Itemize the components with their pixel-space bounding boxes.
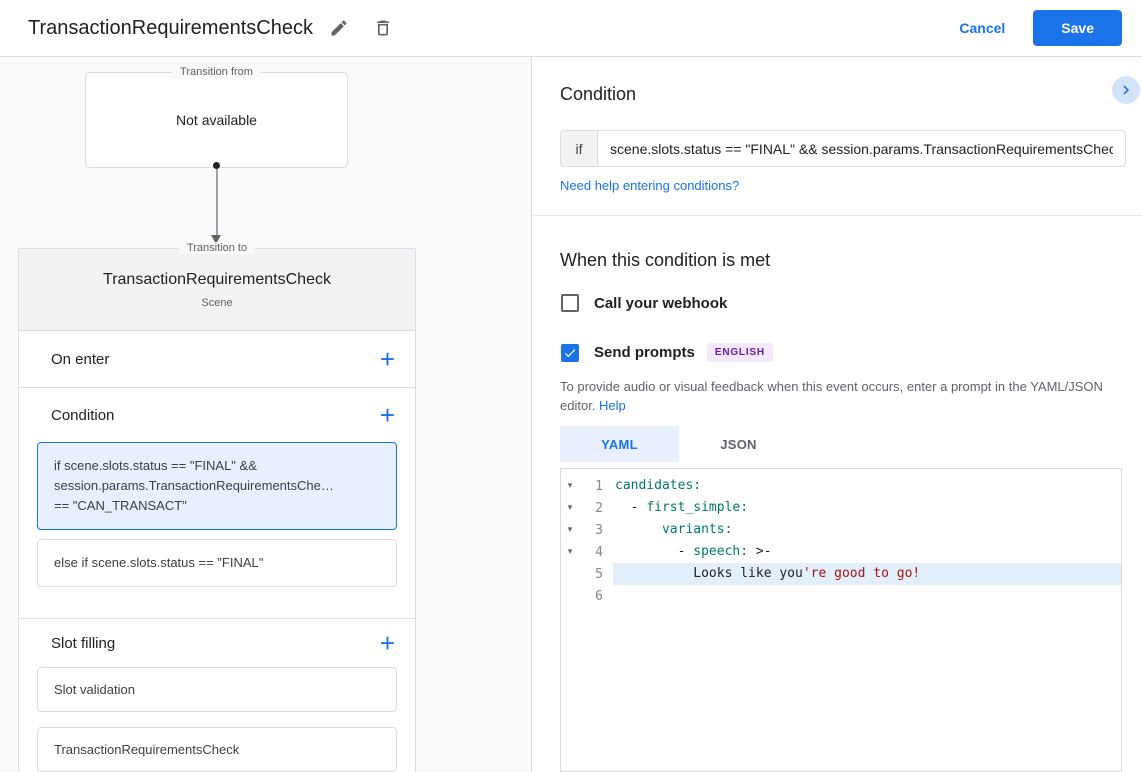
slot-card[interactable]: Slot validation [37, 667, 397, 712]
slot-card[interactable]: TransactionRequirementsCheck [37, 727, 397, 772]
gutter-line: ▾3 [561, 519, 613, 541]
send-prompts-row: Send prompts ENGLISH [561, 343, 773, 362]
language-badge: ENGLISH [707, 343, 773, 362]
pencil-icon [329, 18, 349, 38]
connector-line [216, 169, 218, 235]
line-number: 2 [579, 501, 613, 516]
condition-card[interactable]: else if scene.slots.status == "FINAL" [37, 539, 397, 587]
code-token-plain: Looks like you [615, 566, 803, 581]
code-editor[interactable]: ▾1▾2▾3▾456 candidates: - first_simple: v… [560, 468, 1122, 772]
tab-yaml[interactable]: YAML [560, 426, 679, 462]
code-token-plain: - [615, 544, 693, 559]
scene-card: Transition to TransactionRequirementsChe… [18, 248, 416, 772]
cancel-button[interactable]: Cancel [945, 12, 1019, 44]
code-line[interactable]: candidates: [613, 475, 1121, 497]
editor-tabs: YAML JSON [560, 426, 798, 462]
if-label: if [561, 131, 598, 166]
section-divider [533, 215, 1142, 216]
slot-filling-label: Slot filling [51, 635, 115, 652]
webhook-row: Call your webhook [561, 294, 727, 312]
condition-expression-input[interactable] [598, 131, 1125, 166]
fold-toggle-icon[interactable]: ▾ [561, 525, 579, 535]
page-title: TransactionRequirementsCheck [28, 17, 313, 40]
gutter-line: ▾1 [561, 475, 613, 497]
section-slot-filling: Slot filling + Slot validation Transacti… [19, 619, 415, 772]
topbar: TransactionRequirementsCheck Cancel Save [0, 0, 1142, 57]
transition-to-label: Transition to [19, 242, 415, 255]
scene-title: TransactionRequirementsCheck [19, 271, 415, 289]
connector-dot-icon [213, 162, 220, 169]
add-condition-button[interactable]: + [380, 403, 395, 427]
webhook-checkbox[interactable] [561, 294, 579, 312]
code-gutter: ▾1▾2▾3▾456 [561, 469, 613, 771]
edit-title-button[interactable] [321, 10, 357, 46]
save-button[interactable]: Save [1033, 10, 1122, 46]
transition-from-box: Transition from Not available [85, 72, 348, 168]
code-token-key: candidates: [615, 478, 701, 493]
condition-expression-row: if [560, 130, 1126, 167]
code-token-plain: - [615, 500, 646, 515]
flow-canvas: Transition from Not available Transition… [0, 57, 532, 772]
fold-toggle-icon[interactable]: ▾ [561, 547, 579, 557]
code-token-key: variants: [662, 522, 732, 537]
detail-panel: Condition if Need help entering conditio… [533, 57, 1142, 772]
transition-from-label: Transition from [86, 66, 347, 79]
line-number: 1 [579, 479, 613, 494]
send-prompts-checkbox[interactable] [561, 344, 579, 362]
condition-card[interactable]: if scene.slots.status == "FINAL" && sess… [37, 442, 397, 530]
code-token-key: speech: [693, 544, 748, 559]
delete-button[interactable] [365, 10, 401, 46]
add-slot-button[interactable]: + [380, 631, 395, 655]
code-line[interactable]: - first_simple: [613, 497, 1121, 519]
code-token-str: 're good to go! [803, 566, 920, 581]
section-condition: Condition + if scene.slots.status == "FI… [19, 388, 415, 618]
condition-heading: Condition [560, 84, 636, 105]
trash-icon [373, 18, 393, 38]
section-on-enter: On enter + [19, 331, 415, 387]
condition-section-label: Condition [51, 407, 114, 424]
code-token-plain [615, 522, 662, 537]
send-prompts-label: Send prompts [594, 344, 695, 361]
on-enter-label: On enter [51, 351, 109, 368]
gutter-line: ▾2 [561, 497, 613, 519]
code-line[interactable]: Looks like you're good to go! [613, 563, 1121, 585]
gutter-line: ▾4 [561, 541, 613, 563]
fold-toggle-icon[interactable]: ▾ [561, 481, 579, 491]
scene-card-header[interactable]: TransactionRequirementsCheck Scene [19, 249, 415, 331]
tab-json[interactable]: JSON [679, 426, 798, 462]
line-number: 3 [579, 523, 613, 538]
code-token-key: first_simple: [646, 500, 748, 515]
scene-subtitle: Scene [19, 297, 415, 309]
code-line[interactable]: variants: [613, 519, 1121, 541]
code-line[interactable]: - speech: >- [613, 541, 1121, 563]
webhook-label: Call your webhook [594, 295, 727, 312]
code-lines: candidates: - first_simple: variants: - … [613, 469, 1121, 771]
code-token-plain: >- [748, 544, 771, 559]
when-met-heading: When this condition is met [560, 250, 770, 271]
help-link[interactable]: Help [599, 398, 626, 413]
collapse-panel-button[interactable] [1112, 76, 1140, 104]
check-icon [563, 346, 577, 360]
line-number: 4 [579, 545, 613, 560]
line-number: 5 [579, 567, 613, 582]
gutter-line: 6 [561, 585, 613, 607]
fold-toggle-icon[interactable]: ▾ [561, 503, 579, 513]
gutter-line: 5 [561, 563, 613, 585]
condition-help-link[interactable]: Need help entering conditions? [560, 178, 739, 193]
line-number: 6 [579, 589, 613, 604]
prompt-description: To provide audio or visual feedback when… [560, 377, 1132, 415]
add-on-enter-button[interactable]: + [380, 347, 395, 371]
chevron-right-icon [1117, 81, 1135, 99]
code-line[interactable] [613, 585, 1121, 607]
transition-from-content: Not available [86, 73, 347, 167]
